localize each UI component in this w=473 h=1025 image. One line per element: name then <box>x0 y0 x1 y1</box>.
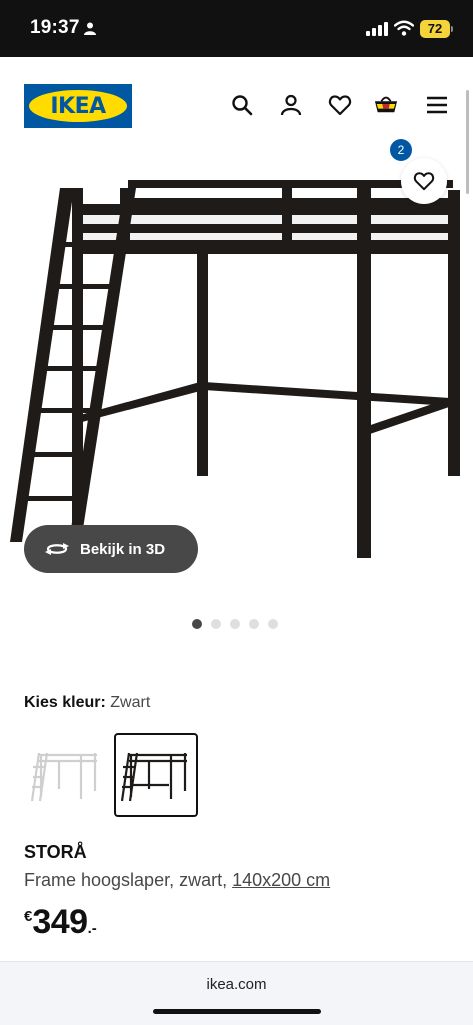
profile-icon[interactable] <box>279 93 303 117</box>
price-cents: .- <box>87 920 97 937</box>
add-to-wishlist-button[interactable] <box>401 158 447 204</box>
status-bar: 19:37 72 <box>0 0 473 57</box>
url-text[interactable]: ikea.com <box>0 976 473 993</box>
signal-icon <box>366 22 388 36</box>
site-header: IKEA 2 <box>0 57 473 161</box>
hamburger-menu-icon[interactable] <box>425 93 449 117</box>
price-amount: 349 <box>32 903 88 941</box>
basket-icon[interactable] <box>374 92 398 116</box>
product-description-text: Frame hoogslaper, zwart, <box>24 870 233 890</box>
view-in-3d-label: Bekijk in 3D <box>80 540 166 558</box>
carousel-dot[interactable] <box>268 619 278 629</box>
rotate-3d-icon <box>45 543 69 555</box>
wifi-icon <box>394 20 414 36</box>
home-indicator[interactable] <box>153 1009 321 1014</box>
carousel-dot[interactable] <box>230 619 240 629</box>
black-loft-bed-thumbnail <box>121 752 187 802</box>
colour-label: Kies kleur: <box>24 694 106 711</box>
colour-swatch-black[interactable] <box>114 733 198 817</box>
product-size-link[interactable]: 140x200 cm <box>232 870 330 890</box>
search-icon[interactable] <box>230 93 254 117</box>
carousel-dot[interactable] <box>211 619 221 629</box>
person-icon <box>84 22 96 35</box>
view-in-3d-button[interactable]: Bekijk in 3D <box>24 525 198 573</box>
browser-address-bar[interactable]: ikea.com <box>0 961 473 1025</box>
product-name: STORÅ <box>24 842 87 862</box>
carousel-dot[interactable] <box>192 619 202 629</box>
colour-swatch-white[interactable] <box>24 733 108 817</box>
heart-icon <box>413 172 435 191</box>
ikea-logo[interactable]: IKEA <box>24 84 132 128</box>
colour-selector-label: Kies kleur: Zwart <box>24 694 150 712</box>
cart-count-badge: 2 <box>390 139 412 161</box>
product-description: Frame hoogslaper, zwart, 140x200 cm <box>24 870 330 891</box>
heart-icon[interactable] <box>328 93 352 117</box>
logo-text: IKEA <box>50 93 106 119</box>
carousel-dot[interactable] <box>249 619 259 629</box>
colour-selected-value: Zwart <box>110 694 151 711</box>
logo-oval: IKEA <box>29 90 127 122</box>
battery-indicator: 72 <box>420 20 450 38</box>
status-time: 19:37 <box>30 17 80 38</box>
carousel-pagination <box>192 619 278 629</box>
price-currency: € <box>24 908 33 925</box>
product-price: € 349 .- <box>24 902 97 942</box>
white-loft-bed-thumbnail <box>31 752 97 802</box>
battery-tip <box>451 26 453 32</box>
